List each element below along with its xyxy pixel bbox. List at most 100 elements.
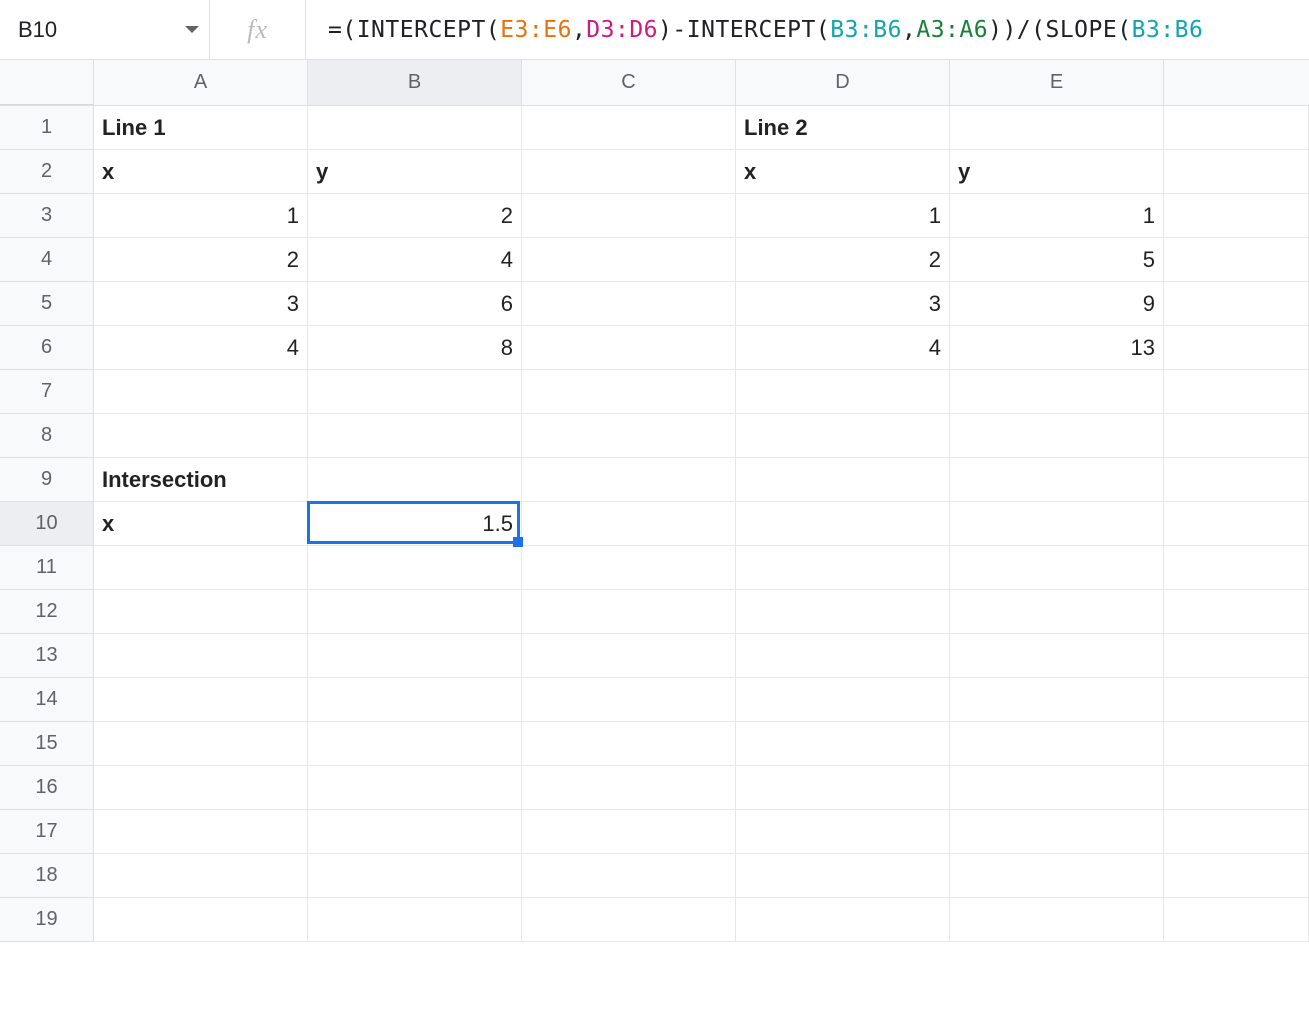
cell-C19[interactable]: [522, 898, 736, 942]
cell-E1[interactable]: [950, 106, 1164, 150]
cell-D3[interactable]: 1: [736, 194, 950, 238]
cell-D18[interactable]: [736, 854, 950, 898]
cell-E17[interactable]: [950, 810, 1164, 854]
cell-E10[interactable]: [950, 502, 1164, 546]
cell-C12[interactable]: [522, 590, 736, 634]
cell-A12[interactable]: [94, 590, 308, 634]
cell-E11[interactable]: [950, 546, 1164, 590]
row-header-5[interactable]: 5: [0, 282, 94, 326]
cell-F3[interactable]: [1164, 194, 1309, 238]
cell-F2[interactable]: [1164, 150, 1309, 194]
cell-A19[interactable]: [94, 898, 308, 942]
cell-E8[interactable]: [950, 414, 1164, 458]
cell-F8[interactable]: [1164, 414, 1309, 458]
cell-F14[interactable]: [1164, 678, 1309, 722]
row-header-17[interactable]: 17: [0, 810, 94, 854]
row-header-7[interactable]: 7: [0, 370, 94, 414]
cell-F10[interactable]: [1164, 502, 1309, 546]
cell-F15[interactable]: [1164, 722, 1309, 766]
cell-B2[interactable]: y: [308, 150, 522, 194]
row-header-13[interactable]: 13: [0, 634, 94, 678]
cell-C8[interactable]: [522, 414, 736, 458]
cell-D17[interactable]: [736, 810, 950, 854]
cell-F5[interactable]: [1164, 282, 1309, 326]
cell-B10[interactable]: 1.5: [308, 502, 522, 546]
row-header-1[interactable]: 1: [0, 106, 94, 150]
chevron-down-icon[interactable]: [185, 26, 199, 33]
cell-D19[interactable]: [736, 898, 950, 942]
cell-E4[interactable]: 5: [950, 238, 1164, 282]
cell-B13[interactable]: [308, 634, 522, 678]
cell-A18[interactable]: [94, 854, 308, 898]
cell-B16[interactable]: [308, 766, 522, 810]
cell-A6[interactable]: 4: [94, 326, 308, 370]
cell-B17[interactable]: [308, 810, 522, 854]
cell-C1[interactable]: [522, 106, 736, 150]
cell-D1[interactable]: Line 2: [736, 106, 950, 150]
cell-D12[interactable]: [736, 590, 950, 634]
cell-D10[interactable]: [736, 502, 950, 546]
cell-B15[interactable]: [308, 722, 522, 766]
cell-F4[interactable]: [1164, 238, 1309, 282]
cell-B14[interactable]: [308, 678, 522, 722]
cell-C6[interactable]: [522, 326, 736, 370]
cell-A4[interactable]: 2: [94, 238, 308, 282]
cell-F12[interactable]: [1164, 590, 1309, 634]
cell-C13[interactable]: [522, 634, 736, 678]
row-header-8[interactable]: 8: [0, 414, 94, 458]
cell-C15[interactable]: [522, 722, 736, 766]
cell-A17[interactable]: [94, 810, 308, 854]
cell-B5[interactable]: 6: [308, 282, 522, 326]
cell-F19[interactable]: [1164, 898, 1309, 942]
cell-C17[interactable]: [522, 810, 736, 854]
col-header-D[interactable]: D: [736, 60, 950, 105]
row-header-3[interactable]: 3: [0, 194, 94, 238]
cell-A11[interactable]: [94, 546, 308, 590]
cell-C10[interactable]: [522, 502, 736, 546]
cell-C3[interactable]: [522, 194, 736, 238]
cell-F16[interactable]: [1164, 766, 1309, 810]
cell-A2[interactable]: x: [94, 150, 308, 194]
cell-E18[interactable]: [950, 854, 1164, 898]
cell-A14[interactable]: [94, 678, 308, 722]
cell-F7[interactable]: [1164, 370, 1309, 414]
cell-B8[interactable]: [308, 414, 522, 458]
select-all-corner[interactable]: [0, 60, 94, 105]
row-header-6[interactable]: 6: [0, 326, 94, 370]
cell-F18[interactable]: [1164, 854, 1309, 898]
cell-B11[interactable]: [308, 546, 522, 590]
cell-C18[interactable]: [522, 854, 736, 898]
cell-A5[interactable]: 3: [94, 282, 308, 326]
cell-E13[interactable]: [950, 634, 1164, 678]
cell-A8[interactable]: [94, 414, 308, 458]
cell-D7[interactable]: [736, 370, 950, 414]
col-header-B[interactable]: B: [308, 60, 522, 105]
cell-B18[interactable]: [308, 854, 522, 898]
row-header-16[interactable]: 16: [0, 766, 94, 810]
cell-D9[interactable]: [736, 458, 950, 502]
cell-B12[interactable]: [308, 590, 522, 634]
col-header-A[interactable]: A: [94, 60, 308, 105]
cell-B19[interactable]: [308, 898, 522, 942]
cell-D15[interactable]: [736, 722, 950, 766]
cell-B1[interactable]: [308, 106, 522, 150]
row-header-15[interactable]: 15: [0, 722, 94, 766]
cell-A13[interactable]: [94, 634, 308, 678]
cell-D16[interactable]: [736, 766, 950, 810]
cell-B3[interactable]: 2: [308, 194, 522, 238]
cell-B6[interactable]: 8: [308, 326, 522, 370]
cell-C11[interactable]: [522, 546, 736, 590]
row-header-11[interactable]: 11: [0, 546, 94, 590]
cell-C2[interactable]: [522, 150, 736, 194]
cell-E6[interactable]: 13: [950, 326, 1164, 370]
cell-D2[interactable]: x: [736, 150, 950, 194]
cell-E5[interactable]: 9: [950, 282, 1164, 326]
cell-B9[interactable]: [308, 458, 522, 502]
cell-C4[interactable]: [522, 238, 736, 282]
spreadsheet-grid[interactable]: A B C D E 1Line 1Line 22xyxy312114242553…: [0, 60, 1309, 942]
row-header-14[interactable]: 14: [0, 678, 94, 722]
cell-C9[interactable]: [522, 458, 736, 502]
cell-A9[interactable]: Intersection: [94, 458, 308, 502]
cell-E7[interactable]: [950, 370, 1164, 414]
cell-C16[interactable]: [522, 766, 736, 810]
